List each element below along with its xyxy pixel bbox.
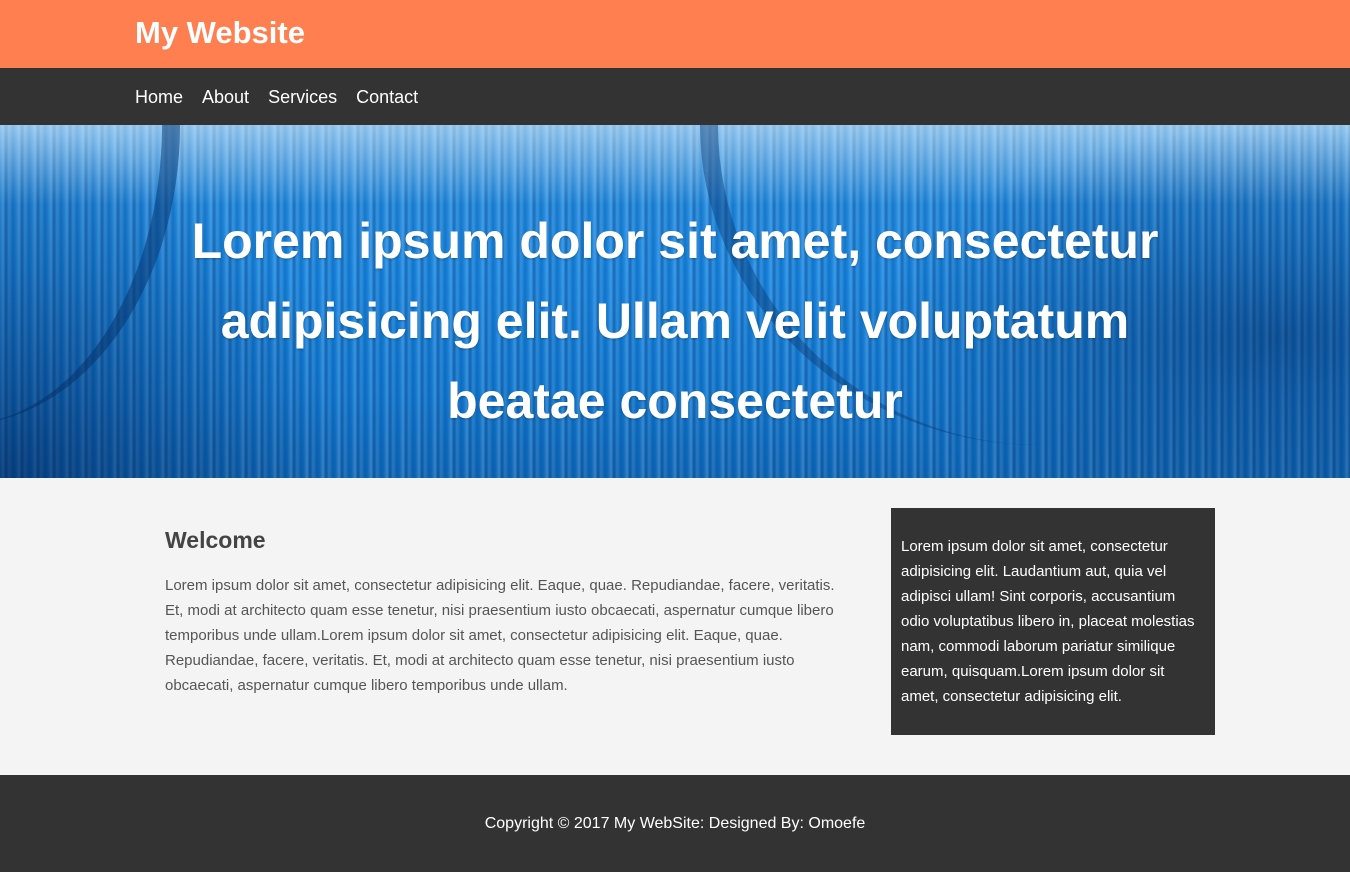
main-nav: Home About Services Contact	[0, 68, 1350, 125]
sidebar-paragraph: Lorem ipsum dolor sit amet, consectetur …	[901, 538, 1195, 705]
nav-link-services[interactable]: Services	[268, 87, 337, 107]
main-content: Welcome Lorem ipsum dolor sit amet, cons…	[165, 524, 845, 698]
nav-link-home[interactable]: Home	[135, 87, 183, 107]
nav-item-contact: Contact	[356, 86, 418, 108]
nav-item-about: About	[202, 86, 249, 108]
hero-banner: Lorem ipsum dolor sit amet, consectetur …	[0, 125, 1350, 478]
nav-item-home: Home	[135, 86, 183, 108]
nav-list: Home About Services Contact	[135, 68, 418, 125]
nav-item-services: Services	[268, 86, 337, 108]
hero-headline: Lorem ipsum dolor sit amet, consectetur …	[191, 213, 1159, 429]
footer-copyright: Copyright © 2017 My WebSite: Designed By…	[484, 815, 866, 832]
welcome-heading: Welcome	[165, 527, 266, 553]
sidebar-box: Lorem ipsum dolor sit amet, consectetur …	[891, 508, 1215, 735]
site-header: My Website	[0, 0, 1350, 68]
nav-link-about[interactable]: About	[202, 87, 249, 107]
welcome-paragraph: Lorem ipsum dolor sit amet, consectetur …	[165, 577, 835, 694]
nav-link-contact[interactable]: Contact	[356, 87, 418, 107]
site-title: My Website	[135, 15, 305, 50]
site-footer: Copyright © 2017 My WebSite: Designed By…	[0, 775, 1350, 872]
